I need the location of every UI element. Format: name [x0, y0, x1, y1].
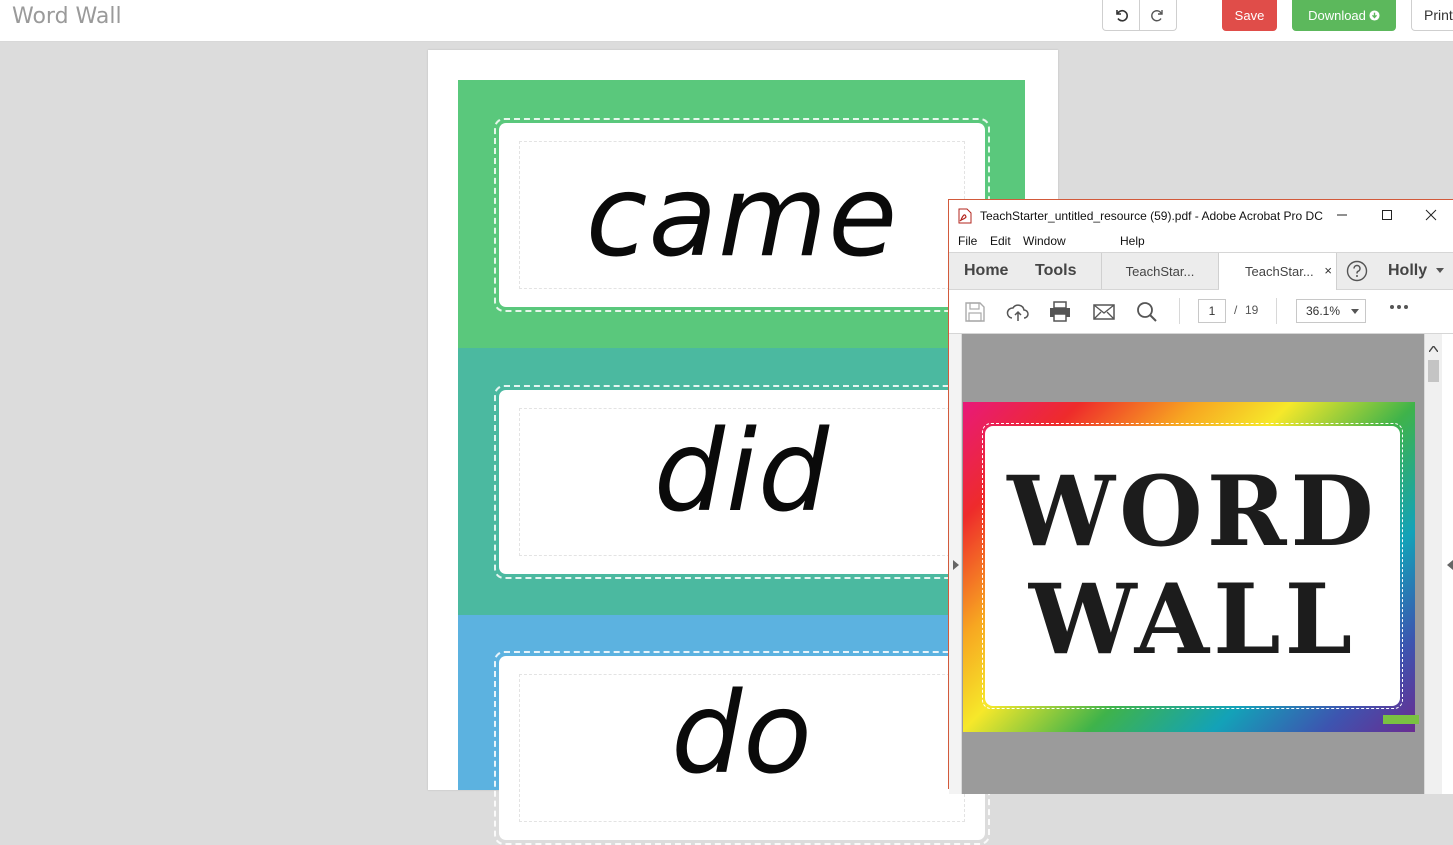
page-number-input[interactable]: 1 — [1198, 299, 1226, 323]
vertical-scrollbar[interactable] — [1424, 334, 1442, 794]
tab-document[interactable]: TeachStar... — [1101, 253, 1219, 289]
maximize-button[interactable] — [1372, 204, 1402, 226]
acrobat-tabbar: Home Tools TeachStar... TeachStar... × H… — [949, 252, 1453, 290]
word-card[interactable]: did — [499, 390, 985, 574]
undo-icon — [1116, 10, 1128, 22]
tab-document-active[interactable]: TeachStar... × — [1219, 253, 1337, 290]
scrollbar-thumb[interactable] — [1428, 360, 1439, 382]
cover-card: WORD WALL — [985, 426, 1400, 706]
chevron-down-icon — [1351, 309, 1359, 314]
user-menu[interactable]: Holly — [1388, 262, 1427, 280]
left-panel-toggle[interactable] — [949, 334, 962, 794]
pdf-file-icon — [958, 208, 972, 224]
scroll-up-icon[interactable] — [1429, 346, 1438, 352]
acrobat-window: TeachStarter_untitled_resource (59).pdf … — [948, 199, 1453, 794]
minimize-icon — [1337, 214, 1347, 216]
page-separator: / — [1234, 303, 1238, 317]
toolbar-divider — [1179, 298, 1180, 324]
app-header: Word Wall Save Download Print — [0, 0, 1453, 42]
tab-tools[interactable]: Tools — [1035, 253, 1076, 289]
more-options-icon[interactable] — [1389, 304, 1409, 310]
redo-icon — [1151, 10, 1163, 22]
menu-help[interactable]: Help — [1120, 234, 1145, 248]
tab-document-label: TeachStar... — [1245, 264, 1314, 279]
pdf-cover-page: WORD WALL — [963, 402, 1419, 732]
tab-close-icon[interactable]: × — [1324, 263, 1332, 278]
teachstarter-logo — [1383, 715, 1419, 724]
acrobat-titlebar: TeachStarter_untitled_resource (59).pdf … — [949, 200, 1453, 230]
right-panel-toggle[interactable] — [1442, 334, 1453, 794]
help-icon[interactable] — [1346, 260, 1368, 282]
close-window-button[interactable] — [1416, 204, 1446, 226]
zoom-select[interactable]: 36.1% — [1296, 299, 1366, 323]
acrobat-window-title: TeachStarter_untitled_resource (59).pdf … — [980, 209, 1323, 223]
word-card[interactable]: came — [499, 123, 985, 307]
word-card-band: do — [458, 615, 1025, 845]
word-card-band: did — [458, 348, 1025, 615]
toolbar-divider — [1276, 298, 1277, 324]
redo-button[interactable] — [1139, 0, 1176, 30]
print-icon[interactable] — [1048, 300, 1072, 324]
maximize-icon — [1382, 210, 1392, 220]
chevron-down-icon — [1436, 268, 1444, 273]
zoom-value: 36.1% — [1306, 304, 1341, 318]
cover-title-line: WORD — [1007, 455, 1378, 568]
word-card[interactable]: do — [499, 656, 985, 840]
menu-edit[interactable]: Edit — [990, 234, 1011, 248]
expand-left-icon — [1447, 560, 1453, 570]
card-word: did — [653, 407, 831, 537]
word-card-band: came — [458, 80, 1025, 348]
acrobat-menubar: File Edit Window Help — [949, 230, 1453, 252]
search-icon[interactable] — [1135, 300, 1159, 324]
save-button[interactable]: Save — [1222, 0, 1277, 31]
app-title: Word Wall — [12, 4, 122, 29]
tab-home[interactable]: Home — [964, 253, 1008, 289]
expand-right-icon — [953, 560, 959, 570]
download-button-label: Download — [1308, 8, 1366, 23]
page-total: 19 — [1245, 303, 1259, 317]
print-button[interactable]: Print — [1411, 0, 1453, 31]
menu-file[interactable]: File — [958, 234, 977, 248]
arrow-down-circle-icon — [1369, 10, 1380, 21]
history-controls — [1102, 0, 1177, 31]
download-button[interactable]: Download — [1292, 0, 1396, 31]
acrobat-toolbar: 1 / 19 36.1% — [949, 290, 1453, 334]
save-button-label: Save — [1234, 8, 1265, 23]
close-icon — [1425, 209, 1437, 221]
card-word: do — [671, 669, 813, 799]
undo-button[interactable] — [1103, 0, 1139, 30]
print-button-label: Print — [1424, 7, 1453, 23]
minimize-button[interactable] — [1327, 204, 1357, 226]
cover-title-line: WALL — [1028, 563, 1357, 676]
upload-cloud-icon[interactable] — [1006, 300, 1030, 324]
card-word: came — [585, 152, 899, 282]
mail-icon[interactable] — [1092, 300, 1116, 324]
save-icon[interactable] — [963, 300, 987, 324]
pdf-viewport[interactable]: WORD WALL — [962, 334, 1424, 794]
menu-window[interactable]: Window — [1023, 234, 1066, 248]
